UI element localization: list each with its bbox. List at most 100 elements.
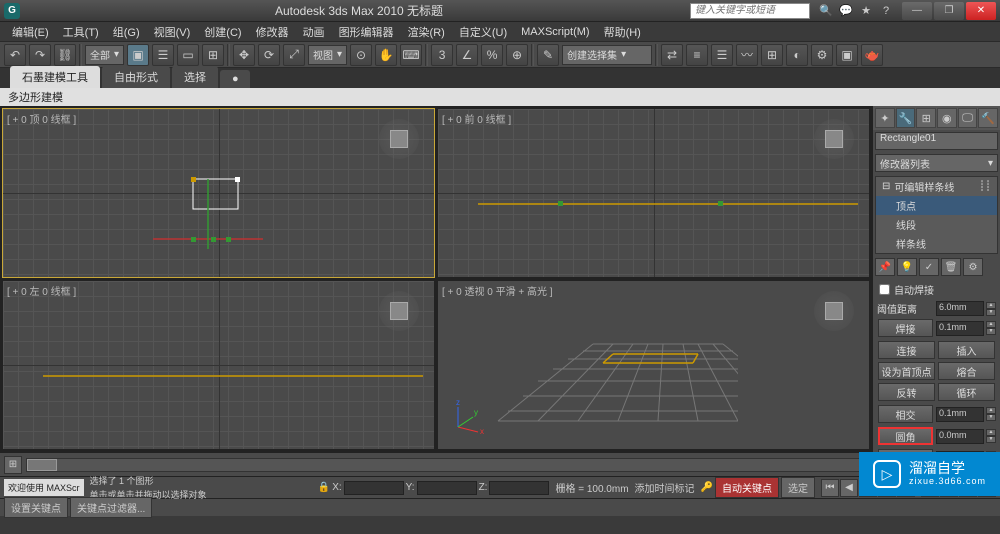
viewport-front[interactable]: [ + 0 前 0 线框 ] (437, 108, 870, 278)
angle-snap-button[interactable]: ∠ (456, 44, 478, 66)
stack-spline[interactable]: 样条线 (876, 234, 997, 253)
spinner-up-icon[interactable]: ▲ (986, 429, 996, 436)
select-object-button[interactable]: ▣ (127, 44, 149, 66)
ref-coord-dropdown[interactable]: 视图▾ (308, 45, 347, 65)
menu-graph[interactable]: 图形编辑器 (333, 22, 400, 42)
stack-segment[interactable]: 线段 (876, 215, 997, 234)
hierarchy-tab-icon[interactable]: ⊞ (916, 108, 936, 128)
window-crossing-button[interactable]: ⊞ (202, 44, 224, 66)
stack-vertex[interactable]: 顶点 (876, 196, 997, 215)
cross-input[interactable]: 0.1mm (936, 407, 984, 422)
time-slider[interactable] (26, 458, 932, 472)
spinner-up-icon[interactable]: ▲ (986, 302, 996, 309)
create-tab-icon[interactable]: ✦ (875, 108, 895, 128)
insert-button[interactable]: 插入 (938, 341, 995, 359)
reverse-button[interactable]: 反转 (878, 383, 935, 401)
rotate-button[interactable]: ⟳ (258, 44, 280, 66)
menu-create[interactable]: 创建(C) (198, 22, 247, 42)
display-tab-icon[interactable]: 🖵 (958, 108, 978, 128)
make-unique-icon[interactable]: ✓ (919, 258, 939, 276)
render-button[interactable]: 🫖 (861, 44, 883, 66)
rect-select-button[interactable]: ▭ (177, 44, 199, 66)
cross-button[interactable]: 相交 (878, 405, 933, 423)
goto-start-icon[interactable]: ⏮ (821, 479, 839, 497)
named-selection-dropdown[interactable]: 创建选择集▾ (562, 45, 652, 65)
stack-root[interactable]: ⊟可编辑样条线┊┊ (876, 177, 997, 196)
menu-views[interactable]: 视图(V) (148, 22, 197, 42)
connect-button[interactable]: 连接 (878, 341, 935, 359)
weld-input[interactable]: 0.1mm (936, 321, 984, 336)
viewport-label[interactable]: [ + 0 透视 0 平滑 + 高光 ] (442, 283, 553, 298)
menu-group[interactable]: 组(G) (107, 22, 146, 42)
spinner-snap-button[interactable]: ⊕ (506, 44, 528, 66)
scale-button[interactable]: ⤢ (283, 44, 305, 66)
spinner-down-icon[interactable]: ▼ (986, 436, 996, 443)
key-icon[interactable]: 🔑 (701, 482, 713, 493)
move-button[interactable]: ✥ (233, 44, 255, 66)
coord-x-input[interactable] (344, 481, 404, 495)
viewport-perspective[interactable]: [ + 0 透视 0 平滑 + 高光 ] (437, 280, 870, 450)
viewcube-icon[interactable] (814, 291, 854, 331)
link-button[interactable]: ⛓ (54, 44, 76, 66)
align-button[interactable]: ≡ (686, 44, 708, 66)
threshold-input[interactable]: 6.0mm (936, 301, 984, 316)
favorites-icon[interactable]: ★ (858, 3, 874, 19)
motion-tab-icon[interactable]: ◉ (937, 108, 957, 128)
spinner-up-icon[interactable]: ▲ (986, 321, 996, 328)
menu-help[interactable]: 帮助(H) (598, 22, 647, 42)
fuse-button[interactable]: 熔合 (938, 362, 995, 380)
make-first-button[interactable]: 设为首顶点 (878, 362, 935, 380)
manipulate-button[interactable]: ✋ (375, 44, 397, 66)
undo-button[interactable]: ↶ (4, 44, 26, 66)
viewport-label[interactable]: [ + 0 顶 0 线框 ] (7, 111, 76, 126)
curve-editor-button[interactable]: 〰 (736, 44, 758, 66)
add-time-tag[interactable]: 添加时间标记 (635, 480, 695, 495)
render-setup-button[interactable]: ⚙ (811, 44, 833, 66)
viewport-label[interactable]: [ + 0 左 0 线框 ] (7, 283, 76, 298)
window-maximize[interactable]: ❐ (934, 2, 964, 20)
tab-selection[interactable]: 选择 (172, 66, 218, 88)
mirror-button[interactable]: ⇄ (661, 44, 683, 66)
lock-icon[interactable]: 🔒 (318, 482, 330, 493)
pin-stack-icon[interactable]: 📌 (875, 258, 895, 276)
set-key-button[interactable]: 设置关键点 (4, 497, 68, 518)
menu-render[interactable]: 渲染(R) (402, 22, 451, 42)
modifier-stack[interactable]: ⊟可编辑样条线┊┊ 顶点 线段 样条线 (875, 176, 998, 254)
spinner-down-icon[interactable]: ▼ (986, 414, 996, 421)
fillet-input[interactable]: 0.0mm (936, 429, 984, 444)
cycle-button[interactable]: 循环 (938, 383, 995, 401)
menu-tools[interactable]: 工具(T) (57, 22, 105, 42)
tab-freeform[interactable]: 自由形式 (102, 66, 170, 88)
percent-snap-button[interactable]: % (481, 44, 503, 66)
selected-button[interactable]: 选定 (781, 477, 815, 498)
keyboard-shortcut-button[interactable]: ⌨ (400, 44, 422, 66)
time-slider-thumb[interactable] (27, 459, 57, 471)
modifier-list-dropdown[interactable]: 修改器列表▾ (875, 154, 998, 172)
select-by-name-button[interactable]: ☰ (152, 44, 174, 66)
modify-tab-icon[interactable]: 🔧 (896, 108, 916, 128)
weld-button[interactable]: 焊接 (878, 319, 933, 337)
schematic-view-button[interactable]: ⊞ (761, 44, 783, 66)
show-end-result-icon[interactable]: 💡 (897, 258, 917, 276)
menu-animation[interactable]: 动画 (297, 22, 331, 42)
snap-toggle-button[interactable]: 3 (431, 44, 453, 66)
utilities-tab-icon[interactable]: 🔨 (978, 108, 998, 128)
remove-modifier-icon[interactable]: 🗑 (941, 258, 961, 276)
selection-filter-dropdown[interactable]: 全部▾ (85, 45, 124, 65)
coord-z-input[interactable] (489, 481, 549, 495)
object-name-input[interactable]: Rectangle01 (875, 132, 998, 150)
app-logo[interactable]: G (4, 3, 20, 19)
help-search-input[interactable] (690, 3, 810, 19)
comm-center-icon[interactable]: 💬 (838, 3, 854, 19)
prev-frame-icon[interactable]: ◀ (840, 479, 858, 497)
key-filters-button[interactable]: 关键点过滤器... (70, 497, 152, 518)
menu-edit[interactable]: 编辑(E) (6, 22, 55, 42)
redo-button[interactable]: ↷ (29, 44, 51, 66)
auto-weld-checkbox[interactable] (879, 284, 890, 295)
material-editor-button[interactable]: ◐ (786, 44, 808, 66)
ribbon-subheader[interactable]: 多边形建模 (0, 88, 1000, 106)
edit-named-sel-button[interactable]: ✎ (537, 44, 559, 66)
menu-maxscript[interactable]: MAXScript(M) (515, 24, 595, 40)
viewport-label[interactable]: [ + 0 前 0 线框 ] (442, 111, 511, 126)
layers-button[interactable]: ☰ (711, 44, 733, 66)
